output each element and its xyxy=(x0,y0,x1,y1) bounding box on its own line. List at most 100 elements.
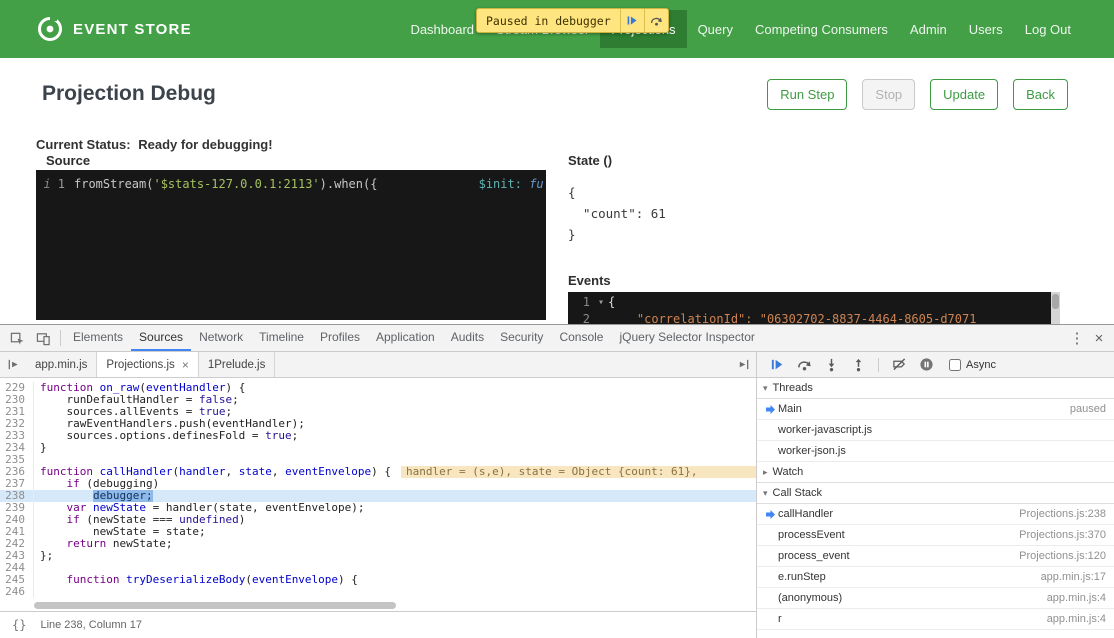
code-token: ) xyxy=(239,514,246,526)
file-tab-label: Projections.js xyxy=(106,359,174,371)
nav-item-competing-consumers[interactable]: Competing Consumers xyxy=(744,10,899,48)
code-token: ) { xyxy=(225,382,245,394)
callstack-frame[interactable]: rapp.min.js:4 xyxy=(757,609,1114,630)
deactivate-breakpoints-button[interactable] xyxy=(887,354,911,376)
events-editor[interactable]: 1▾{2 "correlationId": "06302702-8837-446… xyxy=(568,292,1060,324)
pause-on-exceptions-button[interactable] xyxy=(914,354,938,376)
run-step-button[interactable]: Run Step xyxy=(767,79,847,110)
source-editor[interactable]: i 1 fromStream('$stats-127.0.0.1:2113').… xyxy=(36,170,546,320)
devtools-tab-elements[interactable]: Elements xyxy=(65,325,131,351)
callstack-rows: callHandlerProjections.js:238processEven… xyxy=(757,504,1114,630)
file-tab-projections-js[interactable]: Projections.js × xyxy=(97,352,198,377)
callstack-frame[interactable]: process_eventProjections.js:120 xyxy=(757,546,1114,567)
current-status: Current Status: Ready for debugging! xyxy=(36,137,273,152)
close-tab-icon[interactable]: × xyxy=(182,358,189,372)
callstack-frame[interactable]: (anonymous)app.min.js:4 xyxy=(757,588,1114,609)
step-over-overlay-button[interactable] xyxy=(644,9,668,32)
stop-button[interactable]: Stop xyxy=(862,79,915,110)
callstack-frame[interactable]: e.runStepapp.min.js:17 xyxy=(757,567,1114,588)
file-tab-app-min-js[interactable]: app.min.js xyxy=(26,352,97,377)
devtools-tab-console[interactable]: Console xyxy=(551,325,611,351)
show-sidebar-icon[interactable] xyxy=(730,352,756,377)
async-checkbox[interactable] xyxy=(949,359,961,371)
pretty-print-button[interactable]: {} xyxy=(12,618,26,632)
horizontal-scrollbar-thumb[interactable] xyxy=(34,602,396,609)
inspect-cursor-icon xyxy=(10,331,25,346)
file-tab-1prelude-js[interactable]: 1Prelude.js xyxy=(199,352,276,377)
code-token: if xyxy=(67,478,80,490)
step-over-icon xyxy=(650,14,663,27)
source-code-token: fu xyxy=(529,177,543,191)
devtools-tab-audits[interactable]: Audits xyxy=(443,325,492,351)
frame-location: Projections.js:370 xyxy=(1019,529,1106,541)
code-token: runDefaultHandler = xyxy=(40,394,199,406)
watch-section-header[interactable]: ▸ Watch xyxy=(757,462,1114,483)
step-into-button[interactable] xyxy=(819,354,843,376)
callstack-frame[interactable]: processEventProjections.js:370 xyxy=(757,525,1114,546)
nav-item-query[interactable]: Query xyxy=(687,10,744,48)
events-line: 1▾{ xyxy=(568,292,1060,309)
file-tab-label: app.min.js xyxy=(35,359,87,371)
devtools-tab-jquery-selector-inspector[interactable]: jQuery Selector Inspector xyxy=(611,325,762,351)
code-line-content: debugger; xyxy=(34,490,756,502)
code-token: eventEnvelope xyxy=(252,574,338,586)
code-editor[interactable]: 229function on_raw(eventHandler) {230 ru… xyxy=(0,378,756,601)
device-toolbar-button[interactable] xyxy=(30,325,56,351)
thread-row[interactable]: Mainpaused xyxy=(757,399,1114,420)
toolbar-divider xyxy=(878,358,879,372)
threads-section-header[interactable]: ▾ Threads xyxy=(757,378,1114,399)
devtools-close-icon[interactable]: × xyxy=(1088,330,1110,347)
show-navigator-icon[interactable] xyxy=(0,352,26,377)
code-token: = handler(state, eventEnvelope); xyxy=(146,502,365,514)
horizontal-scrollbar[interactable] xyxy=(0,601,756,611)
step-out-icon xyxy=(851,357,866,372)
callstack-frame[interactable]: callHandlerProjections.js:238 xyxy=(757,504,1114,525)
devtools-tab-application[interactable]: Application xyxy=(368,325,443,351)
update-button[interactable]: Update xyxy=(930,79,998,110)
eventstore-logo[interactable]: EVENT STORE xyxy=(36,15,192,43)
code-token: ) { xyxy=(338,574,358,586)
devtools-tab-network[interactable]: Network xyxy=(191,325,251,351)
devtools-menu-icon[interactable]: ⋮ xyxy=(1066,329,1088,347)
events-scrollbar[interactable] xyxy=(1051,292,1060,324)
step-into-icon xyxy=(824,357,839,372)
nav-item-users[interactable]: Users xyxy=(958,10,1014,48)
events-scrollbar-thumb[interactable] xyxy=(1052,294,1059,309)
resume-icon xyxy=(626,14,639,27)
devtools-tab-timeline[interactable]: Timeline xyxy=(251,325,312,351)
code-line-238: 238 debugger; xyxy=(0,490,756,502)
code-line-241: 241 newState = state; xyxy=(0,526,756,538)
nav-item-admin[interactable]: Admin xyxy=(899,10,958,48)
fold-caret-icon[interactable]: ▾ xyxy=(594,297,608,308)
source-code-line: i 1 fromStream('$stats-127.0.0.1:2113').… xyxy=(36,170,546,191)
resume-script-overlay-button[interactable] xyxy=(620,9,644,32)
devtools-tab-sources[interactable]: Sources xyxy=(131,325,191,351)
events-line-content: { xyxy=(608,295,615,309)
code-token: true xyxy=(199,406,226,418)
nav-item-log-out[interactable]: Log Out xyxy=(1014,10,1082,48)
inspect-element-button[interactable] xyxy=(4,325,30,351)
debugger-toolbar: Async xyxy=(757,352,1114,378)
nav-item-dashboard[interactable]: Dashboard xyxy=(399,10,485,48)
code-line-content: newState = state; xyxy=(34,526,756,538)
thread-row[interactable]: worker-javascript.js xyxy=(757,420,1114,441)
callstack-section-header[interactable]: ▾ Call Stack xyxy=(757,483,1114,504)
resume-script-button[interactable] xyxy=(765,354,789,376)
line-number[interactable]: 246 xyxy=(0,586,34,598)
step-out-button[interactable] xyxy=(846,354,870,376)
step-over-button[interactable] xyxy=(792,354,816,376)
devtools-tab-profiles[interactable]: Profiles xyxy=(312,325,368,351)
devtools-window-controls: ⋮ × xyxy=(1066,329,1110,347)
code-token: true xyxy=(265,430,292,442)
source-code-content: fromStream('$stats-127.0.0.1:2113').when… xyxy=(74,177,544,191)
page-actions: Run Step Stop Update Back xyxy=(767,79,1068,110)
thread-row[interactable]: worker-json.js xyxy=(757,441,1114,462)
code-token: state xyxy=(239,466,272,478)
frame-function: callHandler xyxy=(778,508,833,520)
back-button[interactable]: Back xyxy=(1013,79,1068,110)
code-token: tryDeserializeBody xyxy=(126,574,245,586)
thread-status: paused xyxy=(1070,403,1106,415)
devtools-tab-security[interactable]: Security xyxy=(492,325,551,351)
device-toolbar-icon xyxy=(36,331,51,346)
section-title: Watch xyxy=(773,466,804,478)
